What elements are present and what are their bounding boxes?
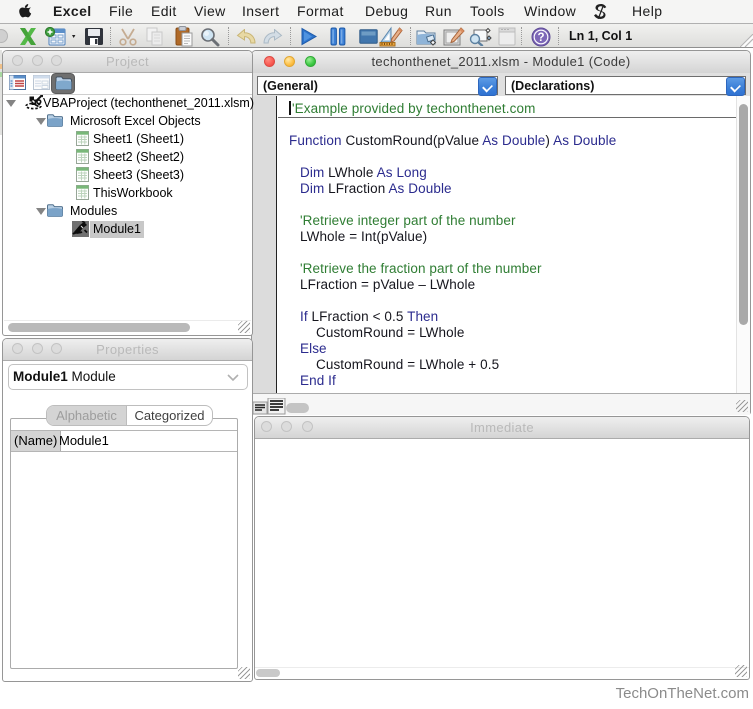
svg-text:?: ? (537, 32, 544, 44)
